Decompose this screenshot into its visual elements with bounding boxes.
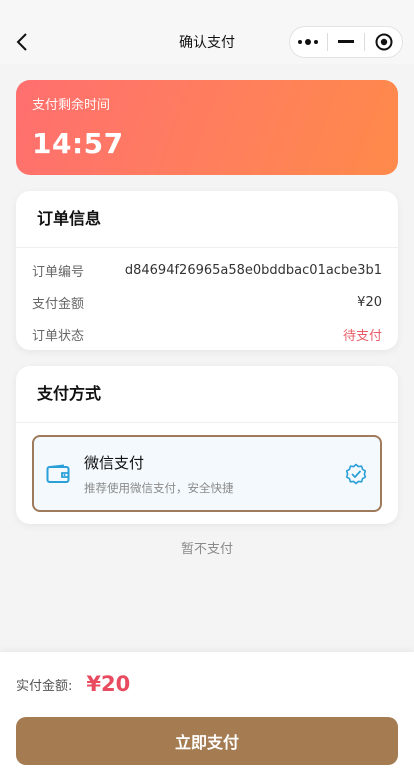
close-button[interactable] (365, 27, 402, 57)
order-status-row: 订单状态 待支付 (32, 324, 382, 345)
navigation-bar: 确认支付 (0, 0, 414, 64)
check-badge-icon (344, 462, 368, 486)
countdown-card: 支付剩余时间 14:57 (16, 80, 398, 175)
minimize-icon (338, 40, 354, 43)
target-close-icon (375, 33, 393, 51)
order-number-row: 订单编号 d84694f26965a58e0bddbac01acbe3b1 (32, 260, 382, 281)
countdown-label: 支付剩余时间 (32, 98, 111, 113)
order-number-value: d84694f26965a58e0bddbac01acbe3b1 (124, 263, 382, 278)
wechat-pay-option[interactable]: 微信支付 推荐使用微信支付，安全快捷 (32, 435, 382, 512)
order-number-label: 订单编号 (32, 265, 85, 280)
bottom-pay-bar: 实付金额: ¥20 立即支付 (0, 652, 414, 780)
order-info-card: 订单信息 订单编号 d84694f26965a58e0bddbac01acbe3… (16, 191, 398, 350)
payment-method-title: 支付方式 (16, 366, 398, 423)
wechat-pay-desc: 推荐使用微信支付，安全快捷 (84, 480, 234, 495)
order-info-title: 订单信息 (16, 191, 398, 248)
payment-amount-label: 支付金额 (32, 297, 85, 312)
total-amount-value: ¥20 (86, 672, 131, 696)
payment-amount-row: 支付金额 ¥20 (32, 292, 382, 313)
countdown-value: 14:57 (32, 127, 124, 160)
total-amount-label: 实付金额: (16, 678, 73, 694)
order-status-badge: 待支付 (342, 329, 382, 344)
minimize-button[interactable] (328, 27, 365, 57)
total-amount-row: 实付金额: ¥20 (16, 672, 130, 696)
payment-method-card: 支付方式 微信支付 推荐使用微信支付，安全快捷 (16, 366, 398, 524)
more-dots-icon (298, 39, 319, 45)
order-info-list: 订单编号 d84694f26965a58e0bddbac01acbe3b1 支付… (16, 248, 398, 345)
pay-now-button[interactable]: 立即支付 (16, 717, 398, 765)
wechat-pay-name: 微信支付 (84, 453, 145, 472)
mini-program-capsule (289, 26, 403, 58)
more-button[interactable] (290, 27, 327, 57)
skip-payment-link[interactable]: 暂不支付 (0, 538, 414, 557)
order-status-label: 订单状态 (32, 329, 85, 344)
wechat-pay-texts: 微信支付 推荐使用微信支付，安全快捷 (84, 452, 344, 496)
payment-amount-value: ¥20 (357, 295, 382, 310)
wallet-icon (46, 463, 72, 485)
